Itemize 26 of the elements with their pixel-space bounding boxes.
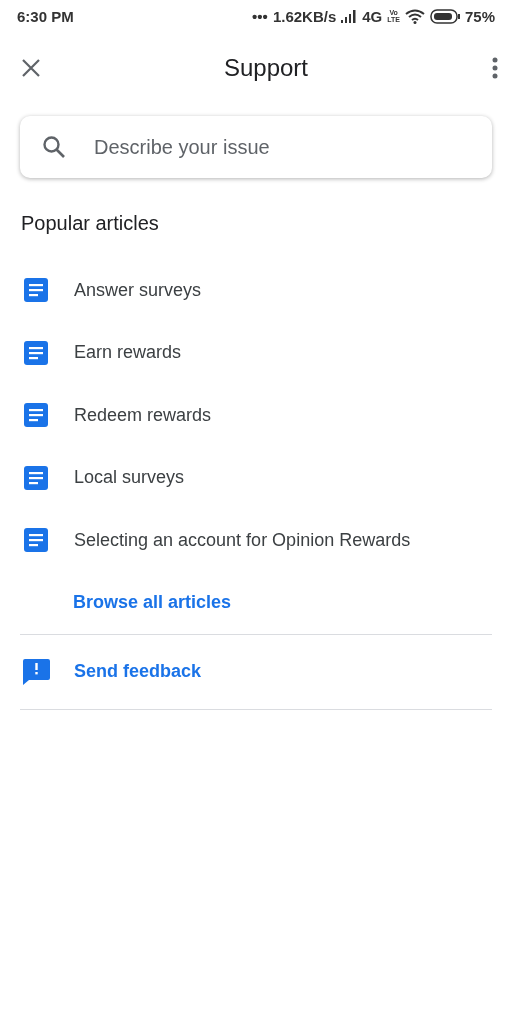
network-type: 4G (362, 7, 383, 25)
battery-icon (429, 8, 460, 24)
document-icon (24, 278, 48, 303)
page-title: Support (222, 54, 310, 82)
article-link[interactable]: Earn rewards (74, 342, 182, 364)
network-speed: 1.62KB/s (272, 7, 337, 25)
battery-percent: 75% (464, 7, 495, 25)
signal-icon (341, 9, 358, 23)
document-icon (24, 340, 48, 365)
document-icon (24, 465, 48, 490)
article-link[interactable]: Redeem rewards (74, 404, 212, 426)
more-menu-icon[interactable] (492, 57, 498, 79)
send-feedback-link[interactable]: Send feedback (74, 661, 202, 682)
close-icon[interactable] (22, 59, 40, 77)
article-link[interactable]: Answer surveys (74, 279, 202, 301)
notification-dots: ••• (252, 7, 268, 25)
section-heading: Popular articles (21, 212, 160, 236)
browse-all-link[interactable]: Browse all articles (73, 592, 232, 613)
article-link[interactable]: Local surveys (74, 467, 185, 489)
search-field[interactable]: Describe your issue (20, 116, 492, 178)
document-icon (24, 528, 48, 553)
feedback-icon (23, 658, 50, 685)
article-link[interactable]: Selecting an account for Opinion Rewards (74, 529, 411, 551)
document-icon (24, 403, 48, 428)
wifi-icon (404, 8, 425, 24)
status-time: 6:30 PM (17, 7, 74, 25)
